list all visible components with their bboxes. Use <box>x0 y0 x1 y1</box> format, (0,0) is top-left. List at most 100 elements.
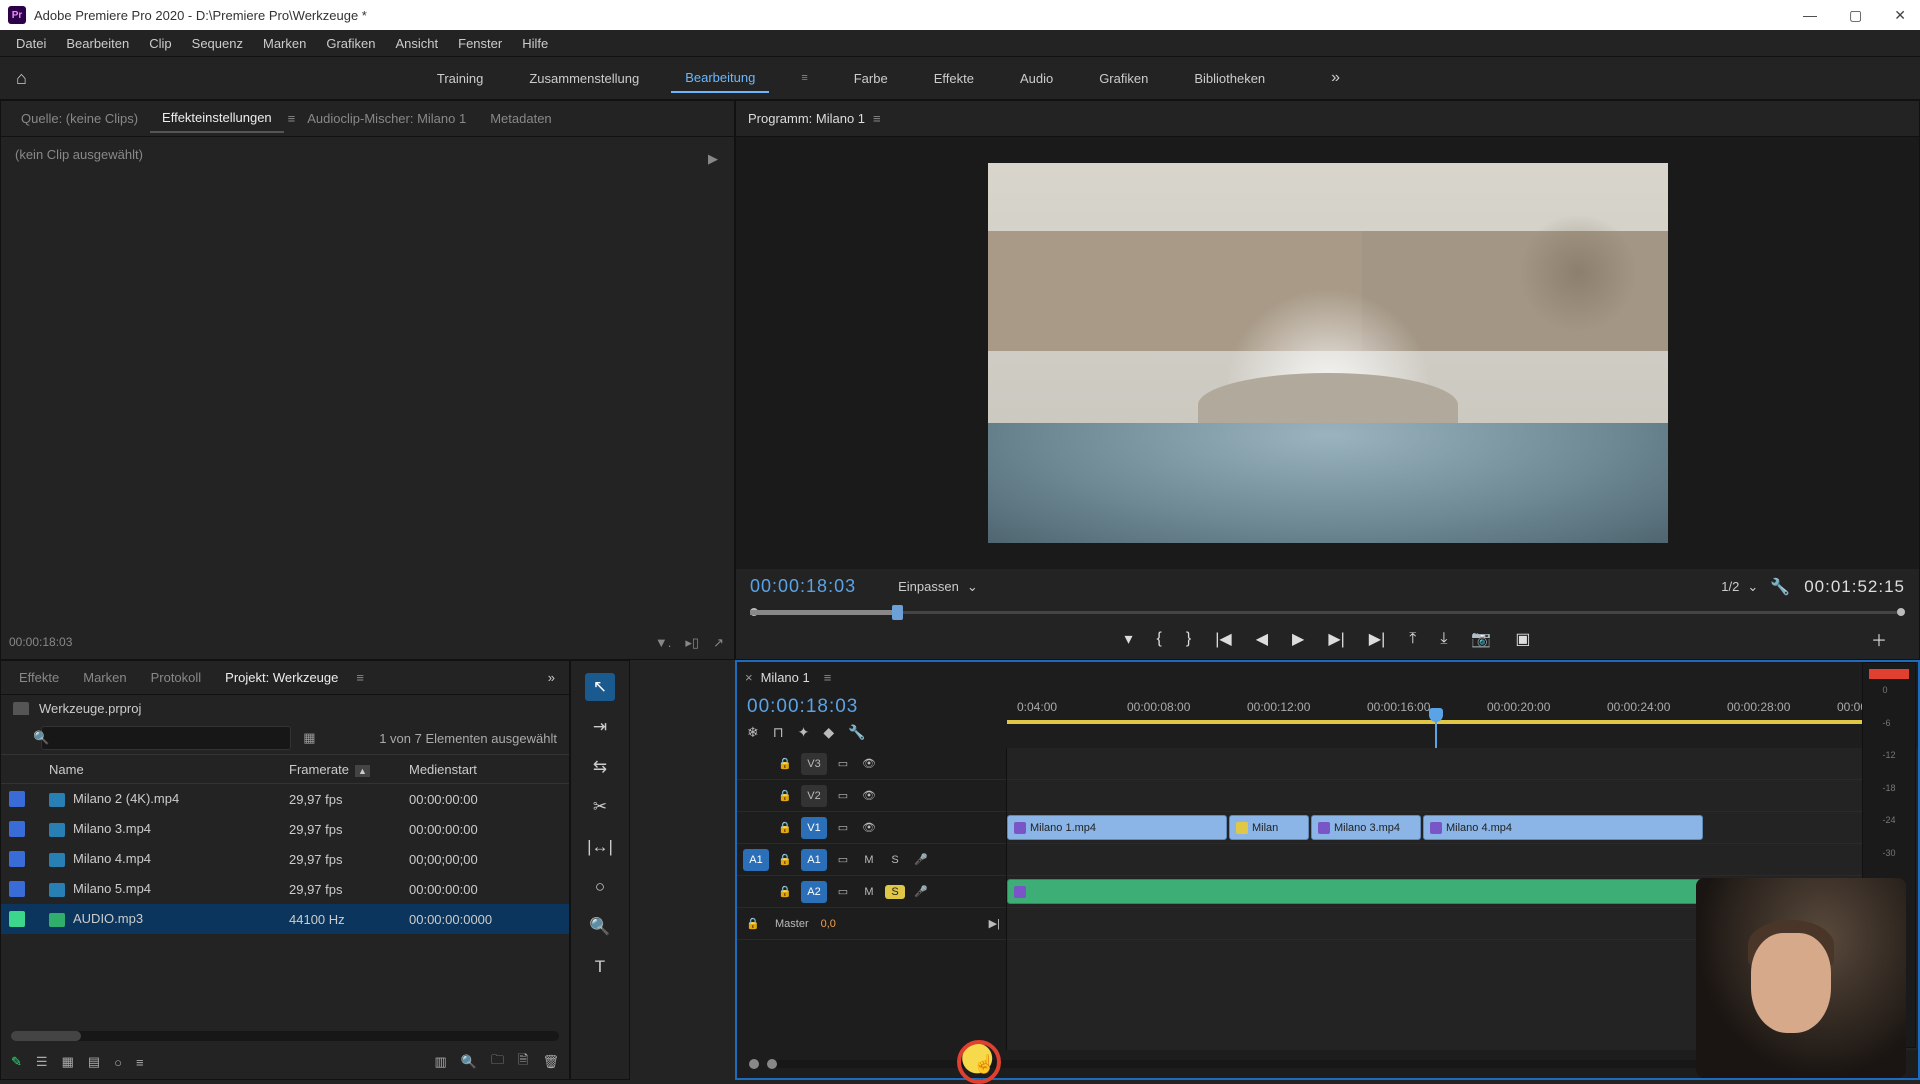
label-chip[interactable] <box>9 791 25 807</box>
zoom-slider-dot[interactable]: ○ <box>114 1055 122 1070</box>
ripple-edit-tool[interactable]: ⇆ <box>585 753 615 781</box>
tab-marken[interactable]: Marken <box>71 664 138 691</box>
zoom-out-handle[interactable] <box>749 1059 759 1069</box>
clip-audio-a2[interactable] <box>1007 879 1707 904</box>
workspace-farbe[interactable]: Farbe <box>840 65 902 92</box>
tabs-overflow-icon[interactable]: » <box>540 666 563 689</box>
add-marker-icon[interactable]: ▾ <box>1121 625 1137 653</box>
sync-lock-icon[interactable]: ▭ <box>833 885 853 898</box>
label-chip[interactable] <box>9 911 25 927</box>
mark-in-icon[interactable]: { <box>1153 626 1166 652</box>
source-patch-a1[interactable]: A1 <box>743 849 769 871</box>
table-row[interactable]: Milano 3.mp4 29,97 fps00:00:00:00 <box>1 814 569 844</box>
type-tool[interactable]: T <box>585 953 615 981</box>
menu-marken[interactable]: Marken <box>253 34 316 53</box>
workspace-training[interactable]: Training <box>423 65 497 92</box>
track-header-a2[interactable]: 🔒 A2 ▭ M S 🎤 <box>737 876 1006 908</box>
workspace-menu-icon[interactable]: ≡ <box>787 66 821 90</box>
table-row[interactable]: Milano 5.mp4 29,97 fps00:00:00:00 <box>1 874 569 904</box>
sequence-menu-icon[interactable]: ≡ <box>824 670 832 685</box>
scrub-end-handle[interactable] <box>1897 608 1905 616</box>
col-framerate[interactable]: Framerate▲ <box>289 762 409 777</box>
selection-tool[interactable]: ↖ <box>585 673 615 701</box>
menu-hilfe[interactable]: Hilfe <box>512 34 558 53</box>
tab-effekteinstellungen[interactable]: Effekteinstellungen <box>150 104 284 133</box>
comparison-icon[interactable]: ▣ <box>1511 625 1534 653</box>
program-playhead[interactable] <box>892 605 903 620</box>
new-item-icon[interactable]: 🗎 <box>518 1051 528 1073</box>
close-button[interactable]: ✕ <box>1888 7 1912 24</box>
replace-icon[interactable]: ▸▯ <box>685 635 699 651</box>
track-header-v3[interactable]: 🔒 V3 ▭ 👁 <box>737 748 1006 780</box>
col-name[interactable]: Name <box>49 762 289 777</box>
lock-icon[interactable]: 🔒 <box>775 885 795 898</box>
clip-milano4[interactable]: Milano 4.mp4 <box>1423 815 1703 840</box>
sync-lock-icon[interactable]: ▭ <box>833 757 853 770</box>
table-row[interactable]: Milano 2 (4K).mp4 29,97 fps00:00:00:00 <box>1 784 569 814</box>
panel-menu-icon[interactable]: ≡ <box>288 111 296 126</box>
lock-icon[interactable]: 🔒 <box>775 853 795 866</box>
list-view-icon[interactable]: ☰ <box>36 1054 48 1070</box>
timeline-settings-icon[interactable]: 🔧 <box>848 724 865 741</box>
eye-icon[interactable]: 👁 <box>859 789 879 802</box>
tab-source[interactable]: Quelle: (keine Clips) <box>9 105 150 132</box>
filter-bins-icon[interactable]: ▦ <box>303 730 315 746</box>
menu-bearbeiten[interactable]: Bearbeiten <box>56 34 139 53</box>
lock-icon[interactable]: 🔒 <box>775 757 795 770</box>
track-header-v1[interactable]: 🔒 V1 ▭ 👁 <box>737 812 1006 844</box>
close-sequence-icon[interactable]: × <box>745 670 753 685</box>
program-menu-icon[interactable]: ≡ <box>873 111 881 126</box>
razor-tool[interactable]: ✂ <box>585 793 615 821</box>
pen-tool[interactable]: ○ <box>585 873 615 901</box>
menu-ansicht[interactable]: Ansicht <box>385 34 448 53</box>
voice-over-icon[interactable]: 🎤 <box>911 885 931 898</box>
home-icon[interactable]: ⌂ <box>0 68 43 89</box>
menu-clip[interactable]: Clip <box>139 34 181 53</box>
sync-lock-icon[interactable]: ▭ <box>833 821 853 834</box>
workspace-effekte[interactable]: Effekte <box>920 65 988 92</box>
menu-datei[interactable]: Datei <box>6 34 56 53</box>
hand-tool[interactable]: 🔍 <box>585 913 615 941</box>
project-search-input[interactable] <box>41 726 291 750</box>
voice-over-icon[interactable]: 🎤 <box>911 853 931 866</box>
sync-lock-icon[interactable]: ▭ <box>833 853 853 866</box>
workspace-grafiken[interactable]: Grafiken <box>1085 65 1162 92</box>
play-icon[interactable]: ▶ <box>1288 625 1308 653</box>
sort-icon[interactable]: ≡ <box>136 1055 144 1070</box>
slip-tool[interactable]: |↔| <box>585 833 615 861</box>
bin-icon[interactable] <box>13 702 29 715</box>
icon-view-icon[interactable]: ▦ <box>62 1054 74 1070</box>
workspace-overflow-icon[interactable]: » <box>1317 63 1354 93</box>
mute-button[interactable]: M <box>859 886 879 898</box>
time-ruler[interactable]: 0:04:00 00:00:08:00 00:00:12:00 00:00:16… <box>1007 692 1918 748</box>
step-forward-icon[interactable]: ▶| <box>1324 625 1348 653</box>
label-chip[interactable] <box>9 851 25 867</box>
button-editor-icon[interactable]: ＋ <box>1867 623 1891 655</box>
program-timecode[interactable]: 00:00:18:03 <box>750 576 856 597</box>
track-select-tool[interactable]: ⇥ <box>585 713 615 741</box>
tab-metadaten[interactable]: Metadaten <box>478 105 563 132</box>
sync-lock-icon[interactable]: ▭ <box>833 789 853 802</box>
solo-button[interactable]: S <box>885 885 905 899</box>
eye-icon[interactable]: 👁 <box>859 757 879 770</box>
tab-protokoll[interactable]: Protokoll <box>139 664 214 691</box>
snap-icon[interactable]: ❄ <box>747 724 759 741</box>
solo-button[interactable]: S <box>885 854 905 866</box>
track-header-a1[interactable]: A1 🔒 A1 ▭ M S 🎤 <box>737 844 1006 876</box>
extract-icon[interactable]: ⤓ <box>1436 626 1451 652</box>
clip-milano3[interactable]: Milano 3.mp4 <box>1311 815 1421 840</box>
master-value[interactable]: 0,0 <box>821 918 836 930</box>
pencil-icon[interactable]: ✎ <box>11 1054 22 1070</box>
clip-milano1[interactable]: Milano 1.mp4 <box>1007 815 1227 840</box>
filter-icon[interactable]: ▼. <box>655 635 671 651</box>
lift-icon[interactable]: ⤒ <box>1405 626 1420 652</box>
go-to-out-icon[interactable]: ▶| <box>1365 625 1389 653</box>
minimize-button[interactable]: — <box>1797 7 1823 24</box>
go-to-in-icon[interactable]: |◀ <box>1211 625 1235 653</box>
export-frame-icon[interactable]: 📷 <box>1467 625 1495 653</box>
expand-arrow-icon[interactable]: ▶ <box>708 151 718 167</box>
timeline-timecode[interactable]: 00:00:18:03 <box>747 696 997 718</box>
table-row[interactable]: Milano 4.mp4 29,97 fps00;00;00;00 <box>1 844 569 874</box>
automate-icon[interactable]: ▥ <box>435 1054 447 1070</box>
clip-milan[interactable]: Milan <box>1229 815 1309 840</box>
